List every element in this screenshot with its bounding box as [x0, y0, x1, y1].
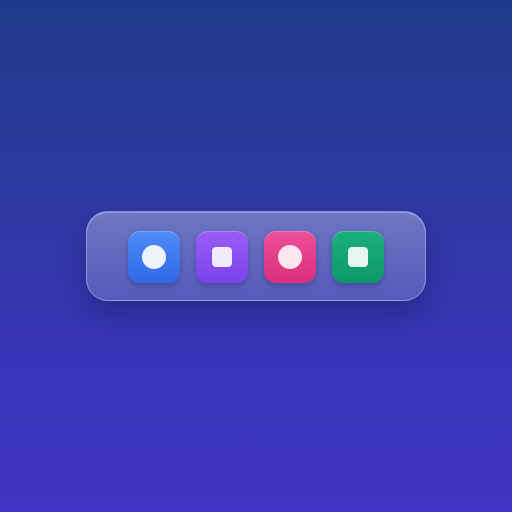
circle-icon — [278, 245, 302, 269]
dock-app-blue[interactable] — [128, 231, 180, 283]
circle-icon — [142, 245, 166, 269]
dock-app-purple[interactable] — [196, 231, 248, 283]
app-dock — [86, 211, 426, 301]
square-icon — [348, 247, 368, 267]
dock-app-pink[interactable] — [264, 231, 316, 283]
square-icon — [212, 247, 232, 267]
dock-app-green[interactable] — [332, 231, 384, 283]
